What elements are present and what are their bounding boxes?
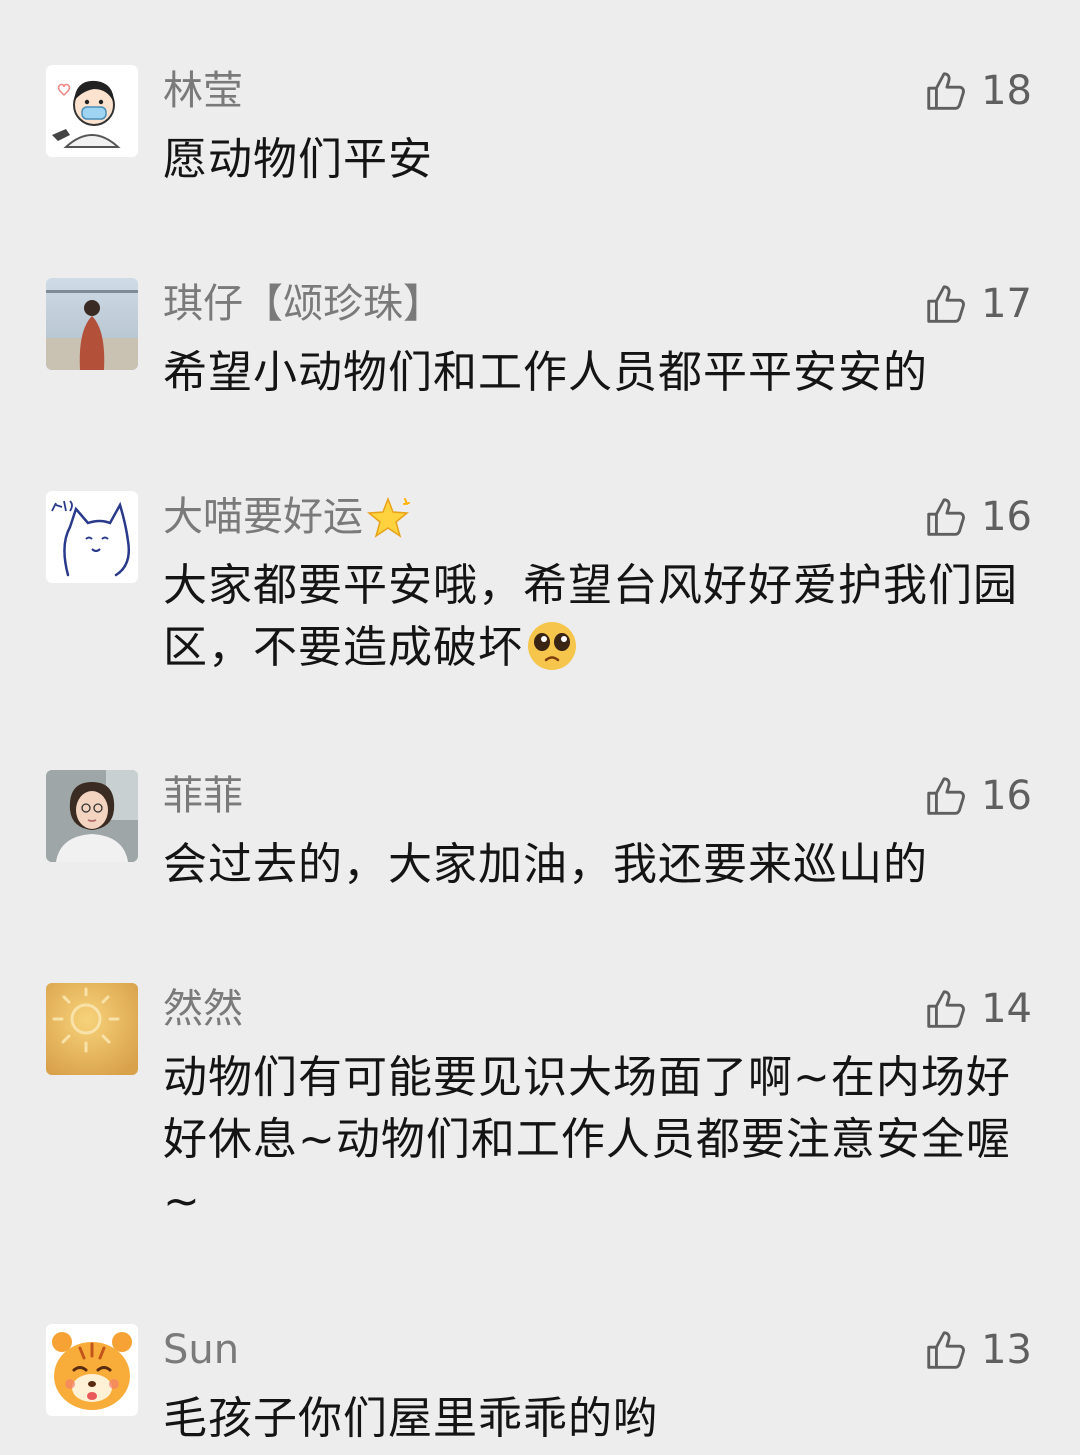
comment-text-body: 大家都要平安哦，希望台风好好爱护我们园区，不要造成破坏 (163, 560, 1018, 673)
thumbs-up-icon (923, 68, 969, 114)
tiger-cartoon-avatar[interactable] (46, 1324, 138, 1416)
comment-text: 动物们有可能要见识大场面了啊~在内场好好休息~动物们和工作人员都要注意安全喔~ (163, 1052, 1011, 1227)
nickname[interactable]: 大喵要好运 (163, 493, 413, 541)
like-count: 17 (981, 281, 1032, 327)
comment-text: 大家都要平安哦，希望台风好好爱护我们园区，不要造成破坏 (163, 555, 1033, 679)
thumbs-up-icon (923, 494, 969, 540)
thumbs-up-icon (923, 1327, 969, 1373)
comment-text: 希望小动物们和工作人员都平平安安的 (163, 347, 928, 398)
comment-text: 愿动物们平安 (163, 134, 433, 185)
like-button[interactable]: 17 (923, 278, 1032, 330)
comment-text: 会过去的，大家加油，我还要来巡山的 (163, 839, 928, 890)
comment-list: 林莹 18 愿动物们平安 琪仔【颂珍珠】 17 希望小动物们和工作人员都平平安安… (0, 0, 1080, 1455)
selfie-photo-avatar[interactable] (46, 770, 138, 862)
like-button[interactable]: 13 (923, 1324, 1032, 1376)
lakeside-photo-avatar[interactable] (46, 278, 138, 370)
like-count: 16 (981, 494, 1032, 540)
cat-doodle-avatar[interactable] (46, 491, 138, 583)
sparkle-star-emoji (363, 493, 413, 541)
golden-sun-avatar[interactable] (46, 983, 138, 1075)
like-button[interactable]: 18 (923, 65, 1032, 117)
thumbs-up-icon (923, 773, 969, 819)
like-count: 14 (981, 986, 1032, 1032)
like-count: 13 (981, 1327, 1032, 1373)
pleading-face-emoji (523, 620, 581, 672)
nickname[interactable]: 然然 (163, 985, 243, 1033)
like-count: 16 (981, 773, 1032, 819)
like-button[interactable]: 16 (923, 491, 1032, 543)
nickname[interactable]: 林莹 (163, 67, 243, 115)
nickname[interactable]: 琪仔【颂珍珠】 (163, 280, 443, 328)
nickname-text: 大喵要好运 (163, 494, 363, 540)
like-count: 18 (981, 68, 1032, 114)
thumbs-up-icon (923, 986, 969, 1032)
thumbs-up-icon (923, 281, 969, 327)
nickname[interactable]: 菲菲 (163, 772, 243, 820)
like-button[interactable]: 16 (923, 770, 1032, 822)
nickname[interactable]: Sun (163, 1326, 239, 1374)
like-button[interactable]: 14 (923, 983, 1032, 1035)
doctor-cartoon-avatar[interactable] (46, 65, 138, 157)
comment-text: 毛孩子你们屋里乖乖的哟 (163, 1393, 658, 1444)
